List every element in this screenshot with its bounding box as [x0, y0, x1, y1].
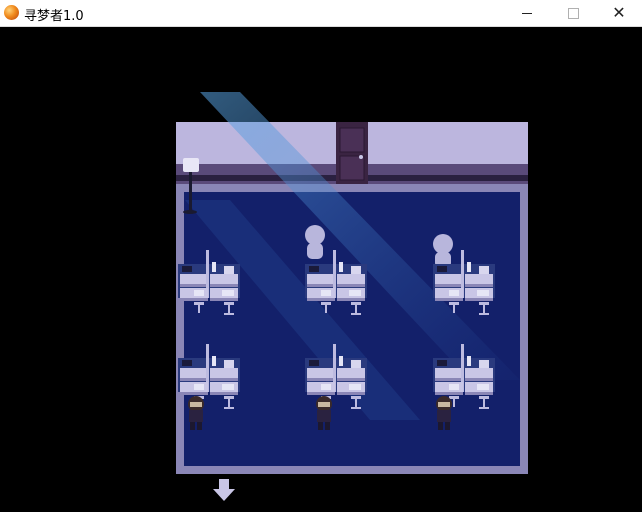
ghost-figure	[305, 225, 325, 259]
window-title: 寻梦者1.0	[24, 9, 84, 24]
close-icon: ✕	[612, 3, 626, 22]
door[interactable]	[336, 122, 368, 184]
ghost-figure	[433, 234, 453, 268]
maximize-icon	[567, 7, 579, 19]
minimize-button[interactable]	[504, 0, 550, 26]
maximize-button[interactable]	[550, 0, 596, 26]
minimize-icon	[522, 12, 532, 14]
title-bar[interactable]: 寻梦者1.0 ✕	[0, 0, 642, 27]
game-scene	[176, 92, 528, 501]
close-button[interactable]: ✕	[596, 0, 642, 26]
app-orb-icon	[4, 5, 19, 20]
down-arrow-icon[interactable]	[213, 479, 235, 501]
game-viewport[interactable]	[0, 27, 642, 507]
